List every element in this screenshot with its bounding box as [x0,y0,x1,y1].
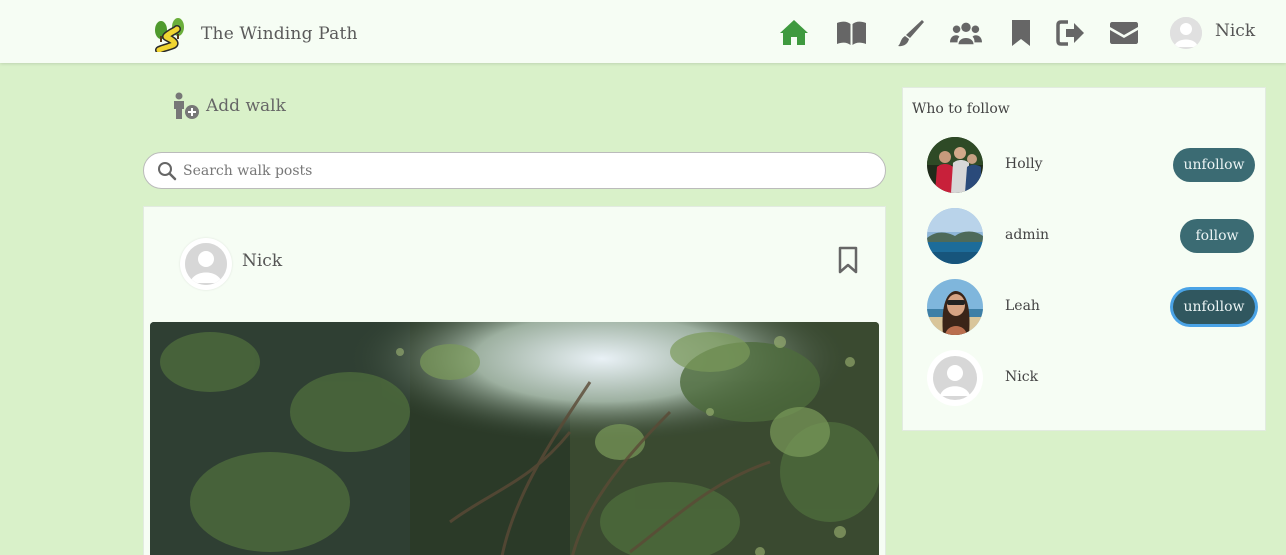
walk-post-card: Nick [143,206,886,555]
nick-avatar[interactable] [927,350,983,406]
holly-avatar[interactable] [927,137,983,193]
bookmark-post-icon[interactable] [837,246,859,278]
post-author-avatar[interactable] [180,238,232,290]
search-bar [143,152,886,189]
brand-name: The Winding Path [201,24,358,44]
post-photo[interactable] [150,322,879,555]
nav-user-menu[interactable]: Nick [1170,17,1255,49]
unfollow-leah-button[interactable]: unfollow [1173,290,1255,324]
follow-name-leah[interactable]: Leah [1005,298,1040,314]
add-walk-button[interactable]: Add walk [170,92,286,120]
brand[interactable]: The Winding Path [153,16,358,52]
envelope-icon[interactable] [1108,18,1140,48]
search-icon [157,161,177,181]
add-walk-label: Add walk [206,96,286,116]
search-input[interactable] [183,162,863,179]
admin-avatar[interactable] [927,208,983,264]
winding-path-logo-icon [155,18,184,52]
follow-row-admin: admin follow [927,208,1257,264]
add-person-icon [174,92,199,119]
brush-icon[interactable] [894,18,926,48]
follow-name-holly[interactable]: Holly [1005,156,1043,172]
navbar: The Winding Path Nick [0,0,1286,63]
follow-admin-button[interactable]: follow [1180,219,1254,253]
bookmark-icon[interactable] [1005,18,1037,48]
post-author-name[interactable]: Nick [242,251,282,271]
sign-out-icon[interactable] [1055,18,1087,48]
follow-name-admin[interactable]: admin [1005,227,1049,243]
home-icon[interactable] [778,17,810,47]
follow-row-leah: Leah unfollow [927,279,1257,335]
book-icon[interactable] [835,18,867,48]
who-to-follow-title: Who to follow [912,101,1010,117]
post-header: Nick [180,238,282,290]
follow-row-nick: Nick [927,350,1257,406]
follow-row-holly: Holly unfollow [927,137,1257,193]
nav-user-name: Nick [1215,21,1256,41]
follow-name-nick[interactable]: Nick [1005,369,1038,385]
leah-avatar[interactable] [927,279,983,335]
users-icon[interactable] [950,18,982,48]
user-avatar [1170,17,1202,49]
who-to-follow-panel: Who to follow Holly unfollow admin follo… [902,87,1266,431]
unfollow-holly-button[interactable]: unfollow [1173,148,1255,182]
